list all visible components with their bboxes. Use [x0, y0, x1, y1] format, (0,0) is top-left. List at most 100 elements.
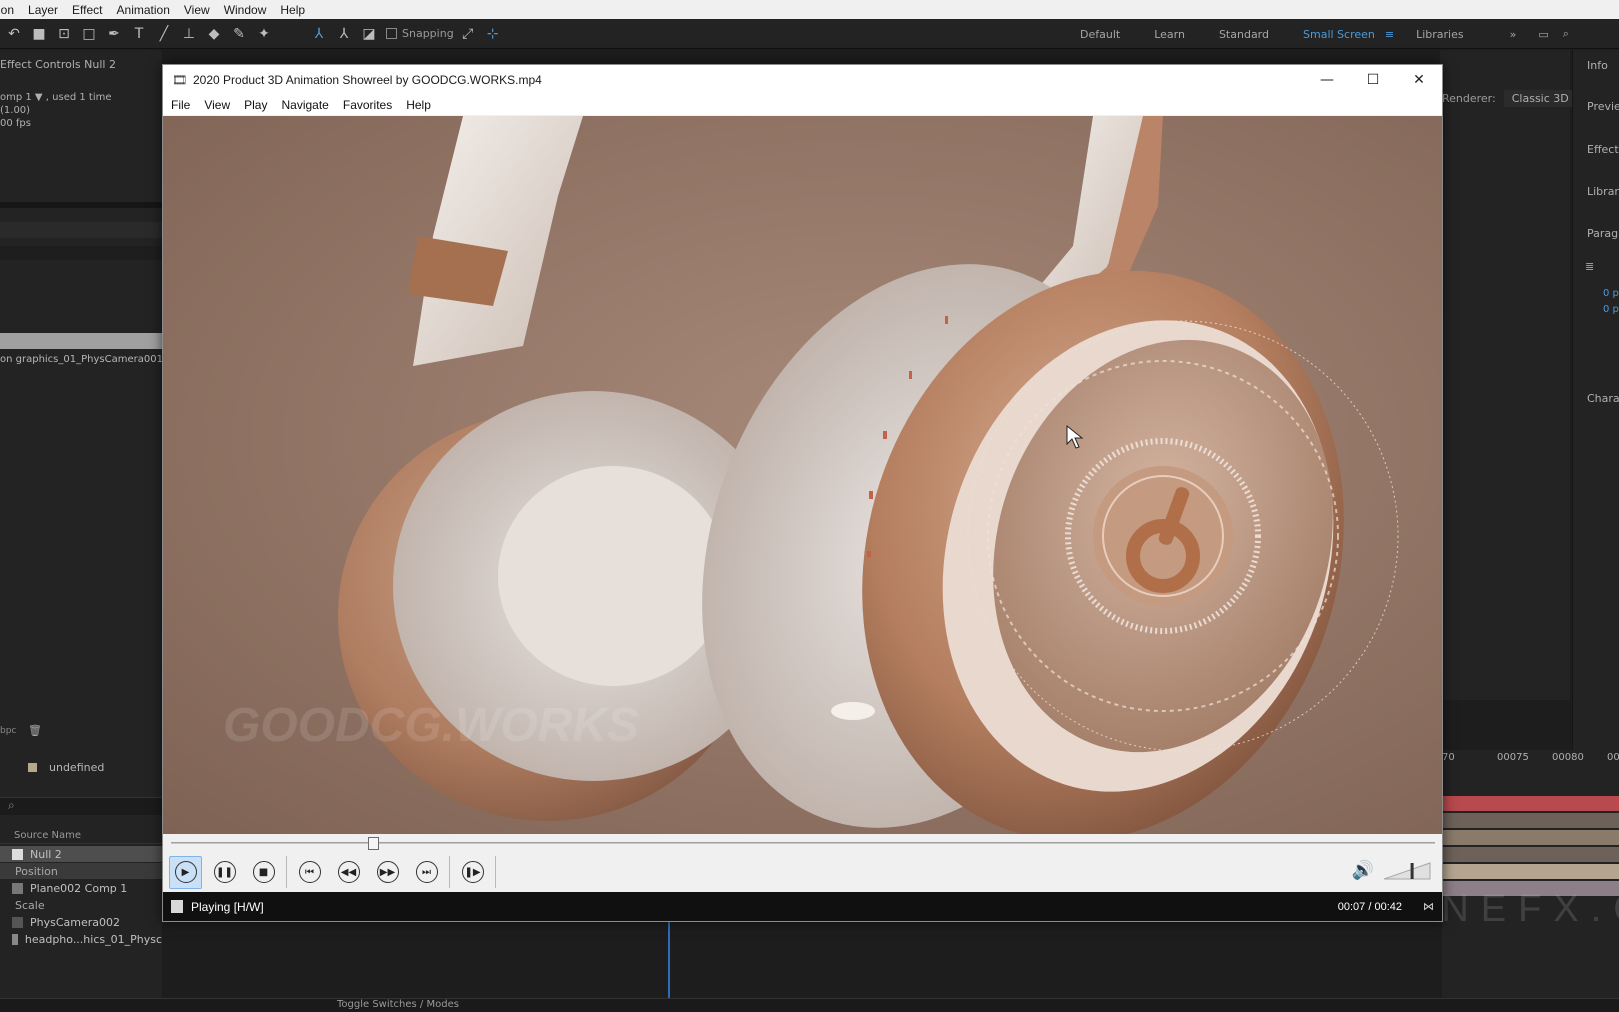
seek-bar[interactable] [163, 834, 1442, 852]
player-menu-file[interactable]: File [171, 98, 190, 112]
layer-duration-bar[interactable] [1442, 796, 1619, 811]
libraries-panel-tab[interactable]: Librari [1587, 185, 1619, 198]
rewind-button[interactable]: ◀◀ [332, 856, 365, 889]
snapping-toggle[interactable]: Snapping [386, 27, 454, 40]
timeline-ruler[interactable]: 70 00075 00080 00085 [1442, 752, 1619, 763]
roto-brush-icon[interactable]: ✎ [228, 23, 250, 45]
eraser-icon[interactable]: ◆ [203, 23, 225, 45]
seek-thumb[interactable] [368, 837, 380, 850]
next-button[interactable]: ⏭ [410, 856, 443, 889]
ae-menu-window[interactable]: Window [224, 3, 267, 17]
character-panel-tab[interactable]: Chara [1587, 392, 1619, 405]
pause-button[interactable]: ❚❚ [208, 856, 241, 889]
snap-features-icon[interactable]: ⊹ [482, 23, 504, 45]
folder-label: undefined [49, 761, 105, 774]
ae-menu-effect[interactable]: Effect [72, 3, 102, 17]
workspace-default[interactable]: Default [1080, 28, 1120, 41]
align-left-icon[interactable]: ≣ [1585, 260, 1594, 273]
layer-duration-bar[interactable] [1442, 813, 1619, 828]
volume-slider[interactable] [1384, 861, 1434, 881]
info-panel-tab[interactable]: Info [1587, 59, 1608, 72]
brush-icon[interactable]: ╱ [153, 23, 175, 45]
ae-menu-help[interactable]: Help [280, 3, 305, 17]
layer-row[interactable]: headpho...hics_01_Physc [0, 931, 162, 947]
bpc-label[interactable]: bpc [0, 726, 16, 736]
ruler-tick: 00075 [1497, 752, 1529, 763]
world-axis-icon[interactable]: ⅄ [333, 23, 355, 45]
rectangle-icon[interactable]: □ [78, 23, 100, 45]
workspace-panel-icon[interactable]: ▭ [1538, 28, 1548, 41]
snap-edges-icon[interactable]: ⤢ [457, 23, 479, 45]
source-name-header[interactable]: Source Name [0, 830, 162, 844]
null-layer-icon [12, 848, 23, 860]
media-player-window: 🎞 2020 Product 3D Animation Showreel by … [162, 64, 1443, 922]
layer-duration-bar[interactable] [1442, 830, 1619, 845]
minimize-icon[interactable]: — [1304, 65, 1350, 95]
property-row[interactable]: Scale [0, 897, 162, 913]
comp-layer-icon [12, 882, 23, 894]
current-time-indicator[interactable] [668, 922, 670, 998]
property-name: Scale [15, 898, 45, 912]
effect-controls-tab[interactable]: Effect Controls Null 2 [0, 58, 116, 71]
preview-panel-tab[interactable]: Previe [1587, 100, 1619, 113]
more-workspaces-icon[interactable]: » [1510, 28, 1517, 41]
ae-menu-animation[interactable]: Animation [117, 3, 170, 17]
indent-value[interactable]: 0 p [1603, 304, 1619, 315]
renderer-dropdown[interactable]: Classic 3D [1503, 90, 1577, 107]
clone-stamp-icon[interactable]: ⊥ [178, 23, 200, 45]
local-axis-icon[interactable]: ⅄ [308, 23, 330, 45]
indent-value[interactable]: 0 p [1603, 288, 1619, 299]
workspace-libraries[interactable]: Libraries [1416, 28, 1464, 41]
fast-forward-button[interactable]: ▶▶ [371, 856, 404, 889]
workspace-menu-icon[interactable]: ≡ [1385, 28, 1394, 41]
timeline-search-icon[interactable]: ⌕ [0, 797, 162, 815]
player-menu-navigate[interactable]: Navigate [281, 98, 328, 112]
search-help-icon[interactable]: ⌕ [1563, 27, 1569, 41]
aspect-ratio-icon[interactable]: ⋈ [1423, 900, 1434, 913]
pan-behind-icon[interactable]: ⊡ [53, 23, 75, 45]
player-menu-play[interactable]: Play [244, 98, 267, 112]
snapping-checkbox[interactable] [386, 28, 397, 39]
play-button[interactable]: ▶ [169, 855, 202, 889]
close-icon[interactable]: ✕ [1396, 65, 1442, 95]
layer-row[interactable]: PhysCamera002 [0, 914, 162, 930]
frame-step-button[interactable]: ❚▶ [456, 856, 489, 889]
ae-menu-view[interactable]: View [184, 3, 210, 17]
trash-icon[interactable]: 🗑 [28, 724, 42, 737]
seek-track[interactable] [171, 842, 1435, 844]
comp-info: omp 1 ▼ , used 1 time (1.00) 00 fps [0, 91, 112, 130]
paragraph-panel-tab[interactable]: Paragr [1587, 227, 1619, 240]
video-frame[interactable]: GOODCG.WORKS [163, 116, 1442, 834]
ae-menu-item[interactable]: ion [0, 3, 14, 17]
effects-panel-tab[interactable]: Effects [1587, 143, 1619, 156]
workspace-standard[interactable]: Standard [1219, 28, 1269, 41]
stop-button[interactable]: ■ [247, 856, 280, 889]
workspace-learn[interactable]: Learn [1154, 28, 1185, 41]
previous-button[interactable]: ⏮ [293, 856, 326, 889]
player-menu-view[interactable]: View [204, 98, 230, 112]
property-row[interactable]: Position [0, 863, 162, 879]
player-titlebar[interactable]: 🎞 2020 Product 3D Animation Showreel by … [163, 65, 1442, 95]
project-file-item[interactable]: on graphics_01_PhysCamera001 [0, 354, 163, 365]
layer-row[interactable]: Null 2 [0, 846, 162, 862]
layer-row[interactable]: Plane002 Comp 1 [0, 880, 162, 896]
camera-icon[interactable]: ■ [28, 23, 50, 45]
pen-icon[interactable]: ✒ [103, 23, 125, 45]
undo-icon[interactable]: ↶ [3, 23, 25, 45]
layer-duration-bar[interactable] [1442, 847, 1619, 862]
ae-menu-layer[interactable]: Layer [28, 3, 58, 17]
layer-duration-bar[interactable] [1442, 864, 1619, 879]
speaker-icon[interactable]: 🔊 [1352, 860, 1374, 881]
next-icon: ⏭ [415, 861, 438, 883]
type-icon[interactable]: T [128, 23, 150, 45]
maximize-icon[interactable]: ☐ [1350, 65, 1396, 95]
view-axis-icon[interactable]: ◪ [358, 23, 380, 45]
puppet-pin-icon[interactable]: ✦ [253, 23, 275, 45]
workspace-small-screen[interactable]: Small Screen [1303, 28, 1375, 41]
player-menu-favorites[interactable]: Favorites [343, 98, 392, 112]
project-selected-row[interactable] [0, 333, 162, 349]
toggle-switches-modes[interactable]: Toggle Switches / Modes [337, 999, 459, 1010]
frame-step-icon: ❚▶ [461, 861, 484, 883]
player-menu-help[interactable]: Help [406, 98, 431, 112]
folder-item[interactable]: undefined [28, 761, 104, 774]
